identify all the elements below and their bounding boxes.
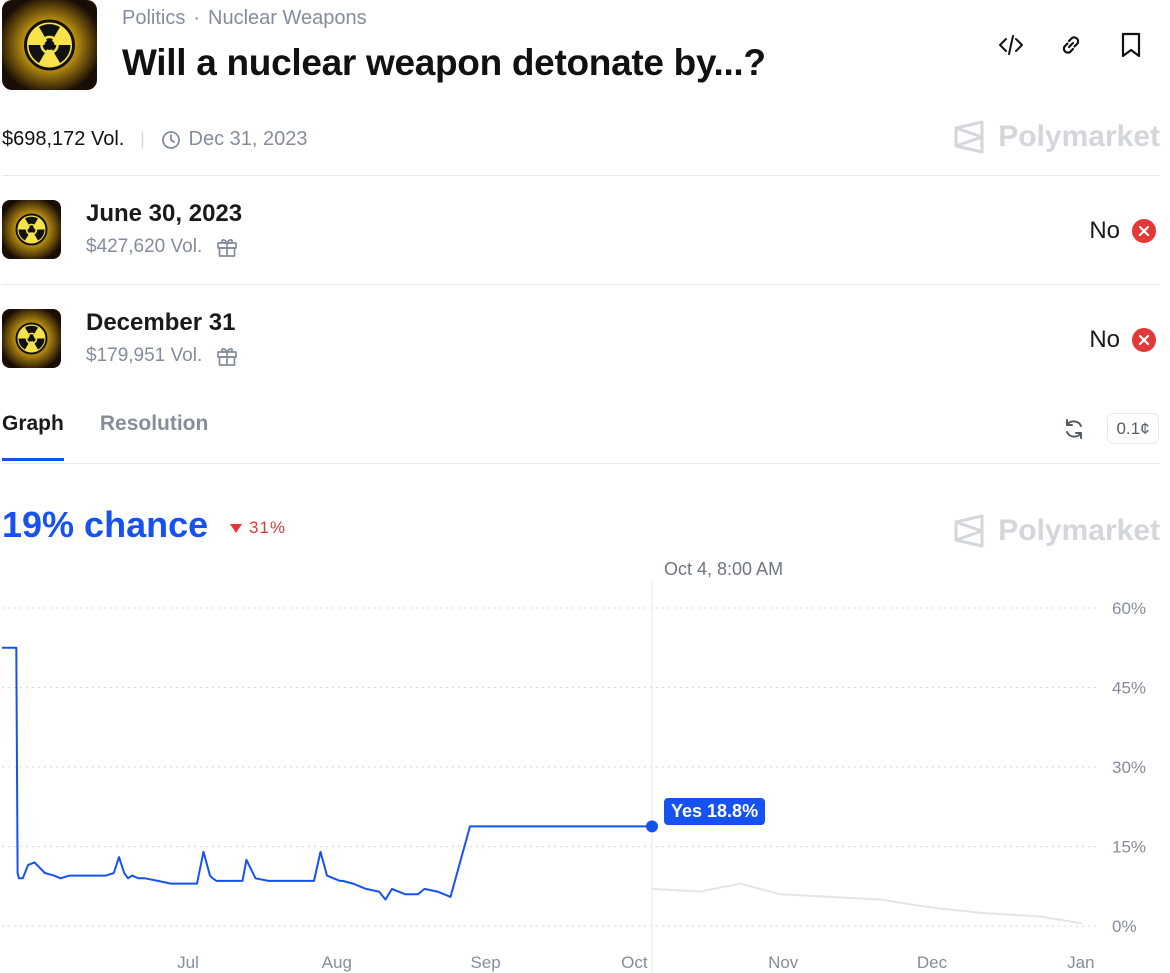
x-tick-label: Dec: [917, 953, 948, 972]
breadcrumb-separator: ·: [193, 7, 201, 29]
market-row[interactable]: December 31 $179,951 Vol. No: [2, 309, 1156, 371]
refresh-icon: [1066, 419, 1082, 439]
header-actions: [996, 30, 1146, 60]
market-volume: $427,620 Vol.: [86, 236, 238, 258]
breadcrumb-politics[interactable]: Politics: [122, 7, 185, 29]
y-tick-label: 0%: [1112, 917, 1137, 936]
meta-divider: |: [140, 130, 145, 148]
hover-point: [646, 820, 658, 833]
resolved-no-icon: [1132, 219, 1156, 243]
link-icon: [1062, 36, 1080, 54]
market-row[interactable]: June 30, 2023 $427,620 Vol. No: [2, 200, 1156, 262]
x-tick-label: Jan: [1067, 953, 1094, 972]
copy-link-button[interactable]: [1056, 30, 1086, 60]
breadcrumb: Politics · Nuclear Weapons: [122, 7, 367, 30]
polymarket-logo-icon: [954, 514, 984, 548]
price-precision-button[interactable]: 0.1¢: [1107, 413, 1159, 444]
bookmark-button[interactable]: [1116, 30, 1146, 60]
clock-icon: [161, 130, 180, 149]
tab-divider: [2, 463, 1160, 464]
x-tick-label: Oct: [621, 953, 648, 972]
refresh-button[interactable]: [1062, 417, 1086, 441]
market-volume-text: $427,620 Vol.: [86, 236, 203, 257]
total-volume: $698,172 Vol.: [2, 128, 125, 150]
tab-resolution[interactable]: Resolution: [100, 412, 209, 461]
market-meta: $698,172 Vol. | Dec 31, 2023: [2, 128, 307, 151]
market-title: December 31: [86, 309, 236, 336]
polymarket-logo-icon: [954, 120, 984, 154]
brand-name: Polymarket: [998, 120, 1160, 153]
embed-button[interactable]: [996, 30, 1026, 60]
gift-icon[interactable]: [216, 236, 238, 258]
triangle-down-icon: [230, 523, 242, 533]
tab-bar: Graph Resolution: [2, 412, 208, 461]
x-tick-label: Jul: [177, 953, 199, 972]
breadcrumb-nuclear-weapons[interactable]: Nuclear Weapons: [208, 7, 367, 29]
market-outcome: No: [1089, 217, 1156, 245]
divider: [2, 175, 1160, 176]
market-icon: [2, 0, 97, 90]
polymarket-watermark: Polymarket: [954, 514, 1160, 548]
chance-delta: 31%: [229, 518, 286, 538]
polymarket-watermark: Polymarket: [954, 120, 1160, 154]
series-line-yes: [2, 646, 652, 901]
series-line-future: [651, 882, 1083, 925]
delta-value: 31%: [249, 518, 287, 537]
chance-value: 19% chance: [2, 504, 209, 545]
end-date: Dec 31, 2023: [188, 128, 308, 150]
market-row-icon: [2, 200, 61, 259]
hover-tooltip: Yes 18.8%: [664, 798, 766, 825]
y-tick-label: 30%: [1112, 758, 1146, 777]
market-title: June 30, 2023: [86, 200, 243, 227]
page-title: Will a nuclear weapon detonate by...?: [122, 42, 766, 83]
hover-timestamp: Oct 4, 8:00 AM: [664, 559, 784, 579]
tab-graph[interactable]: Graph: [2, 412, 64, 461]
brand-name: Polymarket: [998, 514, 1160, 547]
market-volume-text: $179,951 Vol.: [86, 345, 203, 366]
divider: [2, 284, 1160, 285]
market-volume: $179,951 Vol.: [86, 345, 238, 367]
market-outcome: No: [1089, 326, 1156, 354]
x-tick-label: Sep: [470, 953, 500, 972]
x-tick-label: Nov: [768, 953, 799, 972]
gift-icon[interactable]: [216, 345, 238, 367]
outcome-label: No: [1089, 217, 1120, 244]
bookmark-icon: [1121, 32, 1141, 58]
market-row-icon: [2, 309, 61, 368]
resolved-no-icon: [1132, 328, 1156, 352]
y-tick-label: 15%: [1112, 838, 1146, 857]
embed-code-icon: [999, 35, 1023, 55]
price-chart[interactable]: 0% 15% 30% 45% 60% Jul Aug Sep Oct Nov Dec Jan: [0, 580, 1170, 973]
y-tick-label: 45%: [1112, 679, 1146, 698]
y-tick-label: 60%: [1112, 599, 1146, 618]
outcome-label: No: [1089, 326, 1120, 353]
x-tick-label: Aug: [322, 953, 352, 972]
